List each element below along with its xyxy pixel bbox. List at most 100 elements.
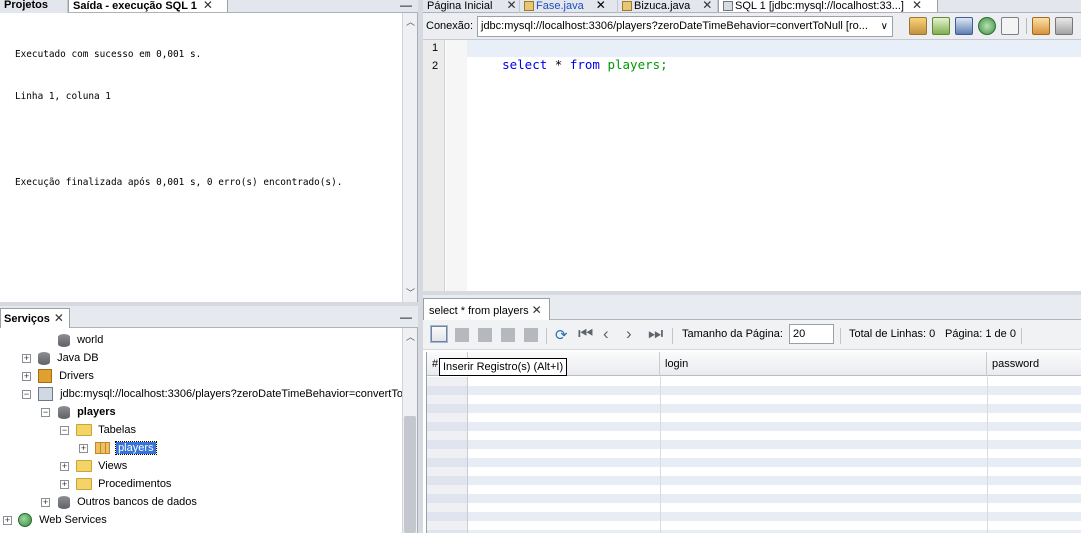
globe-icon [18,513,32,528]
horizontal-splitter-left[interactable] [0,302,418,306]
previous-page-icon[interactable]: ‹ [603,324,609,344]
sql-code-line[interactable]: select * from players; [472,41,668,89]
close-icon[interactable]: ✕ [912,0,922,12]
tab-label: SQL 1 [jdbc:mysql://localhost:33...] [735,0,904,12]
scroll-up-icon[interactable]: ︿ [406,15,415,28]
minimize-icon[interactable]: — [400,0,412,12]
expand-icon[interactable]: + [22,354,31,363]
tab-services[interactable]: Serviços ✕ [0,308,70,328]
connect-icon[interactable] [978,17,996,35]
tab-label: Bizuca.java [634,0,691,12]
close-icon[interactable]: ✕ [596,0,606,12]
truncate-icon[interactable] [524,328,538,342]
add-bookmark-icon[interactable] [1001,17,1019,35]
tree-item-connection[interactable]: jdbc:mysql://localhost:3306/players?zero… [38,385,402,403]
expand-icon[interactable]: + [3,516,12,525]
explain-icon[interactable] [1032,17,1050,35]
collapse-icon[interactable]: − [60,426,69,435]
tree-item-outros[interactable]: Outros bancos de dados [58,493,197,511]
line-gutter: 1 2 [423,40,445,291]
minimize-icon[interactable]: — [400,310,412,324]
scroll-thumb[interactable] [404,416,416,533]
tree-label: Outros bancos de dados [77,496,197,508]
tab-fase-java[interactable]: Fase.java ✕ [520,0,618,13]
commit-icon[interactable] [478,328,492,342]
expand-icon[interactable]: + [60,480,69,489]
cancel-edits-icon[interactable] [501,328,515,342]
tab-projects[interactable]: Projetos [0,0,68,13]
scroll-down-icon[interactable]: ﹀ [406,286,415,299]
tab-pagina-inicial[interactable]: Página Inicial ✕ [423,0,520,13]
next-page-icon[interactable]: › [626,324,632,344]
tab-results[interactable]: select * from players ✕ [423,298,550,320]
expand-icon[interactable]: + [22,372,31,381]
grid-body [427,377,1081,533]
close-icon[interactable]: ✕ [203,0,213,12]
column-header-login[interactable]: login [660,352,987,376]
vertical-splitter[interactable] [418,0,423,533]
tree-item-webservices[interactable]: Web Services [18,511,107,529]
tab-output[interactable]: Saída - execução SQL 1 ✕ [68,0,228,12]
sql-file-icon [723,1,733,12]
run-statement-icon[interactable] [932,17,950,35]
tree-label: players [77,406,116,418]
output-scrollbar[interactable]: ︿ ﹀ [402,13,417,302]
delete-record-icon[interactable] [455,328,469,342]
tree-item-tabelas[interactable]: Tabelas [76,421,136,439]
tree-item-world[interactable]: world [58,331,103,349]
tab-results-label: select * from players [429,305,529,317]
toolbar-separator [546,328,547,344]
collapse-icon[interactable]: − [41,408,50,417]
tab-output-label: Saída - execução SQL 1 [73,0,197,12]
tree-label: jdbc:mysql://localhost:3306/players?zero… [60,388,402,400]
services-scrollbar[interactable]: ︿ [402,328,417,533]
last-page-icon[interactable]: ⏭ [648,324,663,344]
options-icon[interactable] [1055,17,1073,35]
close-icon[interactable]: ✕ [532,303,542,317]
scroll-up-icon[interactable]: ︿ [406,330,415,343]
output-tabbar: Projetos Saída - execução SQL 1 ✕ — [0,0,418,13]
expand-icon[interactable]: + [79,444,88,453]
tree-label: Views [98,460,128,472]
tab-label: Fase.java [536,0,584,12]
database-icon [58,405,70,419]
refresh-icon[interactable]: ⟳ [555,326,568,344]
close-icon[interactable]: ✕ [506,0,516,12]
page-size-input[interactable]: 20 [789,324,834,344]
tab-services-label: Serviços [4,313,50,325]
column-header-password[interactable]: password [987,352,1081,376]
connection-select[interactable]: jdbc:mysql://localhost:3306/players?zero… [477,16,893,37]
tab-sql-1[interactable]: SQL 1 [jdbc:mysql://localhost:33...] ✕ [718,0,938,12]
tree-item-drivers[interactable]: Drivers [38,367,94,385]
connection-icon [38,387,53,402]
run-sql-icon[interactable] [909,17,927,35]
close-icon[interactable]: ✕ [702,0,712,12]
tree-item-javadb[interactable]: Java DB [38,349,99,367]
editor-fold-margin [446,40,467,291]
tree-item-players-db[interactable]: players [58,403,116,421]
table-icon [95,442,110,455]
horizontal-splitter-right[interactable] [423,291,1081,295]
history-icon[interactable] [955,17,973,35]
tree-item-views[interactable]: Views [76,457,127,475]
results-panel: select * from players ✕ ⟳ ⏮ ‹ › ⏭ Tamanho… [423,295,1081,533]
tree-item-procedimentos[interactable]: Procedimentos [76,475,171,493]
tree-label: Procedimentos [98,478,172,490]
database-icon [58,495,70,509]
first-page-icon[interactable]: ⏮ [578,324,593,344]
chevron-down-icon: ∨ [880,21,888,32]
tab-bizuca-java[interactable]: Bizuca.java ✕ [618,0,718,13]
toolbar-separator [1026,18,1027,34]
sql-table-name: players; [599,57,668,72]
tree-label: Web Services [39,514,107,526]
results-grid: # login password [426,352,1081,533]
tree-item-players-table[interactable]: players [95,439,157,457]
close-icon[interactable]: ✕ [54,311,64,325]
output-panel: Projetos Saída - execução SQL 1 ✕ — Execu… [0,0,418,302]
collapse-icon[interactable]: − [22,390,31,399]
insert-record-icon[interactable] [430,325,448,343]
expand-icon[interactable]: + [60,462,69,471]
expand-icon[interactable]: + [41,498,50,507]
results-toolbar: ⟳ ⏮ ‹ › ⏭ Tamanho da Página: 20 Total de… [423,320,1081,350]
